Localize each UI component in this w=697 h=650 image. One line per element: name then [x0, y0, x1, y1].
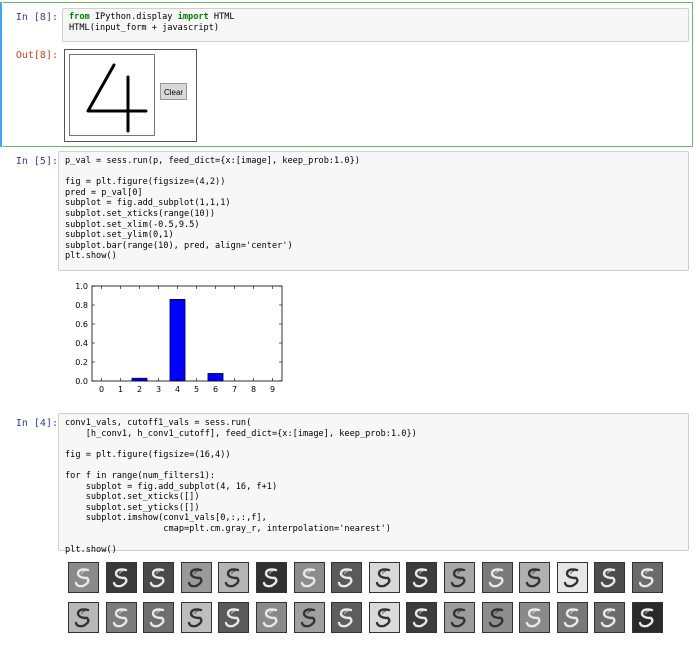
drawing-widget: Clear [64, 49, 197, 142]
x-tick-label: 0 [99, 385, 104, 394]
code-editor[interactable]: conv1_vals, cutoff1_vals = sess.run( [h_… [58, 413, 689, 555]
x-tick-label: 4 [175, 385, 180, 394]
filter-image [256, 562, 287, 593]
y-tick-label: 0.8 [75, 301, 88, 310]
x-tick-label: 7 [232, 385, 237, 394]
filter-image [368, 602, 400, 633]
filter-image [180, 602, 212, 633]
filter-image [444, 602, 475, 633]
y-tick-label: 0.6 [75, 320, 88, 329]
code-line: subplot.set_xlim(-0.5,9.5) [65, 219, 200, 230]
code-line: fig = plt.figure(figsize=(16,4)) [65, 449, 231, 460]
drawing-canvas[interactable] [69, 54, 155, 136]
filter-image [481, 602, 513, 633]
code-editor[interactable]: from IPython.display import HTML HTML(in… [62, 8, 689, 42]
plot-area [91, 285, 283, 382]
filter-image [331, 562, 363, 593]
code-line: for f in range(num_filters1): [65, 470, 216, 481]
output-prompt: Out[8]: [15, 50, 58, 61]
y-tick-label: 0.4 [75, 339, 88, 348]
code-line: from IPython.display import HTML [69, 12, 235, 22]
filter-image [368, 562, 400, 593]
y-tick-label: 0.2 [75, 358, 88, 367]
code-line: conv1_vals, cutoff1_vals = sess.run( [65, 418, 252, 428]
filter-image [293, 562, 325, 593]
x-tick-label: 1 [118, 385, 123, 394]
x-tick-label: 5 [194, 385, 199, 394]
filter-image [556, 562, 588, 593]
digit-drawing [86, 63, 148, 133]
clear-button[interactable]: Clear [160, 83, 187, 100]
filter-image [556, 602, 588, 633]
code-line: subplot.imshow(conv1_vals[0,:,:,f], [65, 513, 267, 524]
bar-4 [169, 298, 186, 382]
filter-image [406, 562, 438, 593]
cell-selection-bar [0, 2, 2, 147]
code-editor[interactable]: p_val = sess.run(p, feed_dict={x:[image]… [58, 151, 689, 271]
code-line: [h_conv1, h_conv1_cutoff], feed_dict={x:… [65, 428, 417, 439]
code-line: plt.show() [65, 545, 117, 556]
code-line: fig = plt.figure(figsize=(4,2)) [65, 177, 226, 188]
filter-image [68, 602, 99, 633]
filter-image [594, 602, 626, 633]
code-line: subplot.set_xticks([]) [65, 492, 200, 503]
input-prompt: In [5]: [15, 156, 58, 167]
filter-image [180, 562, 212, 593]
filter-image [331, 602, 363, 633]
filter-image [632, 562, 663, 593]
filter-image [519, 602, 551, 633]
code-line: subplot.set_ylim(0,1) [65, 230, 174, 241]
filter-image [293, 602, 325, 633]
input-prompt: In [8]: [15, 12, 58, 23]
x-tick-label: 6 [213, 385, 218, 394]
filter-image [594, 562, 626, 593]
input-prompt: In [4]: [15, 418, 58, 429]
code-line: subplot.set_yticks([]) [65, 502, 200, 513]
prediction-bar-chart: 0 1 2 3 4 5 6 7 8 9 0.0 0.2 0.4 0.6 0.8 1.0 [75, 282, 283, 394]
y-tick-label: 1.0 [75, 282, 88, 291]
filter-image [519, 562, 551, 593]
code-line: subplot.set_xticks(range(10)) [65, 208, 216, 219]
x-tick-label: 3 [156, 385, 161, 394]
code-line: subplot.bar(range(10), pred, align='cent… [65, 240, 293, 251]
code-line: subplot = fig.add_subplot(4, 16, f+1) [65, 481, 278, 492]
filter-image [406, 602, 438, 633]
x-tick-label: 9 [270, 385, 275, 394]
filter-image [256, 602, 287, 633]
filter-image [105, 562, 137, 593]
code-line: plt.show() [65, 251, 117, 262]
filter-image [143, 602, 175, 633]
code-line: pred = p_val[0] [65, 187, 143, 198]
x-tick-label: 2 [137, 385, 142, 394]
filter-image [218, 562, 250, 593]
code-line: cmap=plt.cm.gray_r, interpolation='neare… [65, 523, 391, 534]
code-line: p_val = sess.run(p, feed_dict={x:[image]… [65, 156, 360, 166]
filter-image [481, 562, 513, 593]
filter-image [632, 602, 663, 633]
filter-image [68, 562, 99, 593]
code-line: subplot = fig.add_subplot(1,1,1) [65, 198, 231, 209]
filter-image [143, 562, 175, 593]
filter-image [105, 602, 137, 633]
x-tick-label: 8 [251, 385, 256, 394]
filter-image [444, 562, 475, 593]
y-tick-label: 0.0 [75, 377, 88, 386]
filter-image [218, 602, 250, 633]
code-line: HTML(input_form + javascript) [69, 22, 220, 33]
